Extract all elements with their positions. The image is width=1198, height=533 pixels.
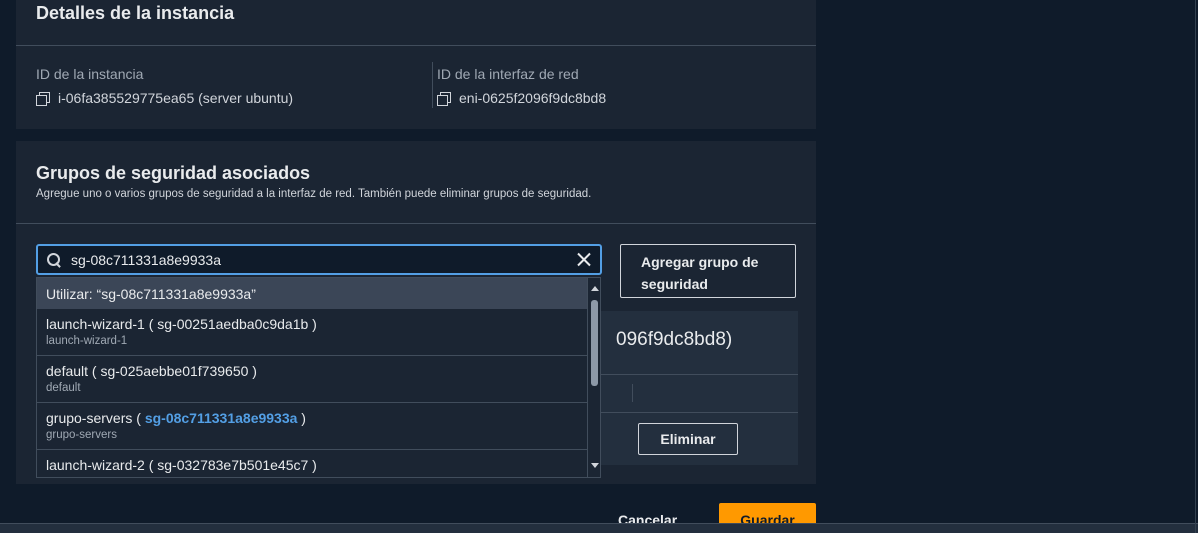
option-name-prefix: grupo-servers ( [46, 410, 145, 426]
security-group-search-input[interactable]: sg-08c711331a8e9933a [36, 244, 602, 275]
divider [590, 412, 798, 413]
search-input-value[interactable]: sg-08c711331a8e9933a [71, 252, 574, 268]
column-divider [632, 384, 633, 402]
dropdown-option[interactable]: default ( sg-025aebbe01f739650 ) default [37, 356, 587, 403]
option-name: default ( sg-025aebbe01f739650 ) [46, 363, 257, 379]
clear-icon[interactable] [574, 250, 594, 270]
modify-security-groups-page: Detalles de la instancia ID de la instan… [0, 0, 1198, 533]
copy-icon[interactable] [36, 91, 50, 106]
option-description: grupo-servers [46, 429, 117, 441]
bottom-bar [0, 523, 1198, 533]
option-description: default [46, 382, 81, 394]
eni-id-value-row: eni-0625f2096f9dc8bd8 [437, 90, 606, 106]
eni-id-value: eni-0625f2096f9dc8bd8 [459, 90, 607, 106]
copy-icon[interactable] [437, 91, 451, 106]
security-groups-title: Grupos de seguridad asociados [36, 163, 311, 183]
scroll-down-arrow-icon[interactable] [591, 463, 599, 468]
instance-id-value: i-06fa385529775ea65 (server ubuntu) [58, 90, 294, 106]
dropdown-option[interactable]: launch-wizard-2 ( sg-032783e7b501e45c7 ) [37, 450, 587, 477]
page-edge-divider [1195, 0, 1196, 533]
instance-details-card: Detalles de la instancia ID de la instan… [16, 0, 816, 129]
scroll-up-arrow-icon[interactable] [591, 286, 599, 291]
option-description: launch-wizard-1 [46, 335, 128, 347]
option-name-suffix: ) [297, 410, 306, 426]
option-name: launch-wizard-2 ( sg-032783e7b501e45c7 ) [46, 457, 317, 473]
dropdown-option[interactable]: grupo-servers ( sg-08c711331a8e9933a ) g… [37, 403, 587, 450]
divider [590, 374, 798, 375]
eni-id-field: ID de la interfaz de red eni-0625f2096f9… [437, 66, 606, 106]
remove-security-group-button[interactable]: Eliminar [638, 423, 738, 455]
search-icon [46, 252, 62, 268]
dropdown-options: Utilizar: “sg-08c711331a8e9933a” launch-… [37, 278, 587, 477]
instance-details-title: Detalles de la instancia [36, 3, 235, 23]
option-name: grupo-servers ( sg-08c711331a8e9933a ) [46, 410, 578, 426]
column-divider [432, 62, 433, 108]
add-security-group-button[interactable]: Agregar grupo de seguridad [620, 244, 796, 298]
security-groups-description: Agregue uno o varios grupos de seguridad… [36, 188, 592, 200]
instance-id-field: ID de la instancia i-06fa385529775ea65 (… [36, 66, 293, 106]
instance-id-label: ID de la instancia [36, 66, 144, 82]
network-interface-heading: 096f9dc8bd8) [616, 329, 733, 350]
scrollbar-thumb[interactable] [591, 300, 598, 386]
dropdown-option[interactable]: launch-wizard-1 ( sg-00251aedba0c9da1b )… [37, 309, 587, 356]
dropdown-use-option[interactable]: Utilizar: “sg-08c711331a8e9933a” [37, 278, 587, 309]
option-name: launch-wizard-1 ( sg-00251aedba0c9da1b ) [46, 316, 317, 332]
dropdown-scrollbar[interactable] [587, 278, 600, 477]
instance-details-header: Detalles de la instancia [16, 0, 816, 46]
security-group-dropdown: Utilizar: “sg-08c711331a8e9933a” launch-… [36, 277, 601, 478]
eni-id-label: ID de la interfaz de red [437, 66, 579, 82]
security-groups-header: Grupos de seguridad asociados Agregue un… [16, 141, 816, 224]
instance-id-value-row: i-06fa385529775ea65 (server ubuntu) [36, 90, 293, 106]
option-name-match-highlight: sg-08c711331a8e9933a [144, 410, 298, 426]
